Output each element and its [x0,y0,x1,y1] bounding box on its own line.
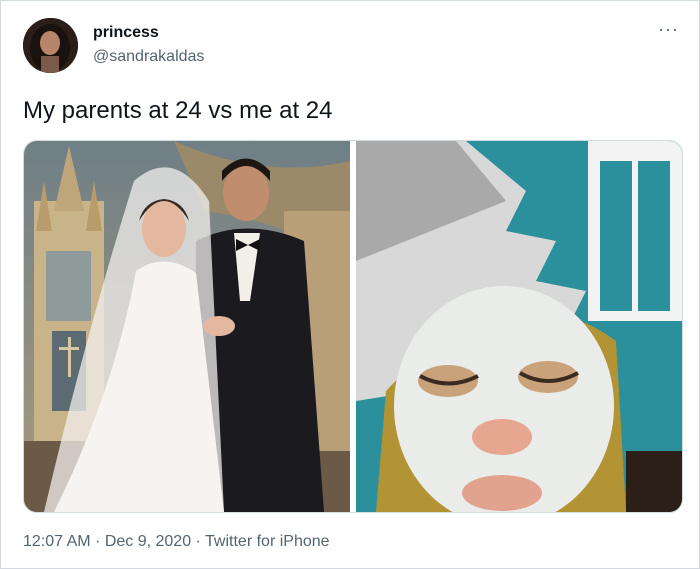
ellipsis-icon[interactable]: ··· [658,19,679,40]
tweet-timestamp[interactable]: 12:07 AM · Dec 9, 2020 · Twitter for iPh… [23,533,330,551]
tweet-text: My parents at 24 vs me at 24 [23,97,333,124]
selfie-photo[interactable] [356,141,682,512]
media-grid [23,140,683,513]
tweet-card: princess @sandrakaldas ··· My parents at… [0,0,700,569]
user-handle[interactable]: @sandrakaldas [93,48,204,66]
wedding-photo[interactable] [24,141,350,512]
display-name[interactable]: princess [93,24,159,42]
avatar[interactable] [23,18,78,73]
